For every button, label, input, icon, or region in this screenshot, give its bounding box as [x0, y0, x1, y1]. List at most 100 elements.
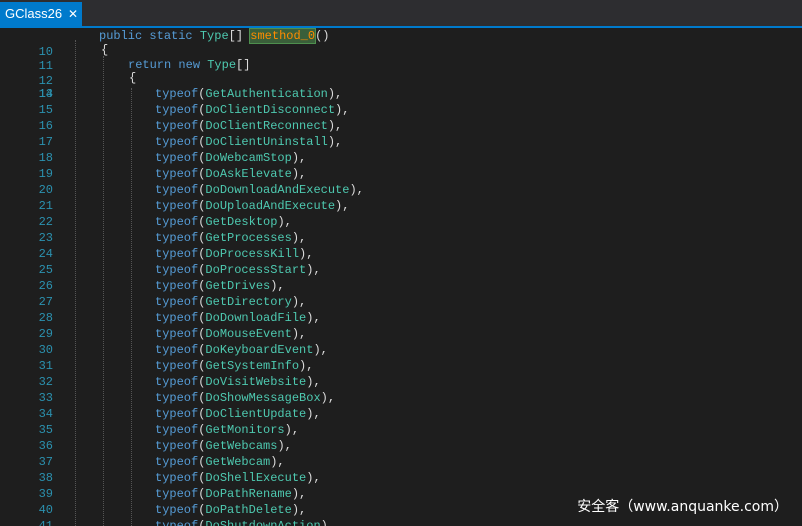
type-name[interactable]: DoKeyboardEvent	[205, 343, 313, 357]
code-line: 21 typeof(DoUploadAndExecute),	[0, 198, 802, 214]
type-name[interactable]: GetWebcams	[205, 439, 277, 453]
keyword-typeof: typeof	[155, 247, 199, 261]
type-name[interactable]: DoShellExecute	[205, 471, 306, 485]
type-name[interactable]: DoPathRename	[205, 487, 291, 501]
code-line: 28 typeof(DoDownloadFile),	[0, 310, 802, 326]
line-ending: ),	[335, 199, 350, 213]
typeof-entry: typeof(DoPathRename),	[155, 486, 306, 502]
code-line: 25 typeof(DoProcessStart),	[0, 262, 802, 278]
line-number: 21	[38, 199, 53, 213]
type-name[interactable]: DoShowMessageBox	[205, 391, 320, 405]
typeof-entry: typeof(GetDrives),	[155, 278, 285, 294]
typeof-entry: typeof(DoDownloadAndExecute),	[155, 182, 364, 198]
keyword-public: public	[99, 29, 143, 43]
typeof-entry: typeof(GetWebcam),	[155, 454, 285, 470]
line-ending: ),	[270, 455, 285, 469]
code-line: 37 typeof(GetWebcam),	[0, 454, 802, 470]
type-name[interactable]: DoClientUpdate	[205, 407, 306, 421]
type-name[interactable]: DoVisitWebsite	[205, 375, 306, 389]
line-number: 35	[38, 423, 53, 437]
typeof-entry: typeof(DoVisitWebsite),	[155, 374, 321, 390]
type-name[interactable]: DoDownloadAndExecute	[205, 183, 349, 197]
type-name[interactable]: GetDirectory	[205, 295, 291, 309]
watermark: 安全客（www.anquanke.com）	[577, 499, 788, 515]
line-ending: ),	[306, 471, 321, 485]
code-line: 38 typeof(DoShellExecute),	[0, 470, 802, 486]
code-line: 30 typeof(DoKeyboardEvent),	[0, 342, 802, 358]
line-ending: ),	[291, 487, 307, 501]
type-name[interactable]: GetDrives	[205, 279, 270, 293]
code-line: 20 typeof(DoDownloadAndExecute),	[0, 182, 802, 198]
code-line: 19 typeof(DoAskElevate),	[0, 166, 802, 182]
typeof-entry: typeof(DoUploadAndExecute),	[155, 198, 349, 214]
line-ending: ),	[299, 247, 314, 261]
typeof-entry: typeof(DoAskElevate),	[155, 166, 306, 182]
type-name[interactable]: DoProcessStart	[205, 263, 306, 277]
code-line: 18 typeof(DoWebcamStop),	[0, 150, 802, 166]
line-number: 24	[38, 247, 53, 261]
type-name[interactable]: GetDesktop	[205, 215, 277, 229]
typeof-entry: typeof(DoClientDisconnect),	[155, 102, 349, 118]
line-ending: ),	[291, 167, 307, 181]
keyword-typeof: typeof	[155, 135, 199, 149]
line-ending: ),	[327, 119, 343, 133]
type-name[interactable]: DoWebcamStop	[205, 151, 291, 165]
keyword-typeof: typeof	[155, 423, 199, 437]
type-name[interactable]: DoDownloadFile	[205, 311, 306, 325]
line-ending: ),	[291, 503, 307, 517]
line-number: 16	[38, 119, 53, 133]
keyword-typeof: typeof	[155, 103, 199, 117]
keyword-typeof: typeof	[155, 359, 199, 373]
typeof-entry: typeof(DoShellExecute),	[155, 470, 321, 486]
typeof-entry: typeof(DoProcessKill),	[155, 246, 313, 262]
keyword-typeof: typeof	[155, 87, 199, 101]
type-name[interactable]: GetMonitors	[205, 423, 284, 437]
line-number: 38	[38, 471, 53, 485]
type-name[interactable]: DoProcessKill	[205, 247, 299, 261]
line-ending: ),	[306, 311, 321, 325]
line-ending: ),	[291, 151, 307, 165]
line-ending: ),	[320, 391, 336, 405]
keyword-typeof: typeof	[155, 183, 199, 197]
line-number: 41	[38, 519, 53, 526]
line-ending: ),	[349, 183, 364, 197]
code-editor[interactable]: 10 public static Type[] smethod_0() 11 {…	[0, 28, 802, 526]
type-name: Type	[199, 29, 229, 43]
keyword-typeof: typeof	[155, 471, 199, 485]
method-name-highlight[interactable]: smethod_0	[249, 28, 317, 44]
open-brace: {	[129, 71, 137, 85]
code-line: 35 typeof(GetMonitors),	[0, 422, 802, 438]
tab-gclass26[interactable]: GClass26 ✕	[0, 2, 82, 26]
tab-bar: GClass26 ✕	[0, 0, 802, 28]
line-ending: ),	[291, 231, 307, 245]
type-name[interactable]: DoClientDisconnect	[205, 103, 335, 117]
typeof-entry: typeof(GetSystemInfo),	[155, 358, 313, 374]
type-name[interactable]: DoUploadAndExecute	[205, 199, 335, 213]
close-icon[interactable]: ✕	[68, 2, 78, 26]
typeof-entry: typeof(DoClientUpdate),	[155, 406, 321, 422]
line-number: 22	[38, 215, 53, 229]
code-line: 16 typeof(DoClientReconnect),	[0, 118, 802, 134]
line-ending: ),	[335, 103, 350, 117]
typeof-entry: typeof(GetDirectory),	[155, 294, 306, 310]
line-number: 14	[38, 87, 53, 101]
keyword-typeof: typeof	[155, 151, 199, 165]
keyword-typeof: typeof	[155, 487, 199, 501]
type-name[interactable]: DoMouseEvent	[205, 327, 291, 341]
code-line: 29 typeof(DoMouseEvent),	[0, 326, 802, 342]
type-name[interactable]: GetWebcam	[205, 455, 270, 469]
type-name[interactable]: DoShutdownAction	[205, 519, 320, 526]
type-name[interactable]: DoPathDelete	[205, 503, 291, 517]
type-name[interactable]: DoAskElevate	[205, 167, 291, 181]
typeof-entry: typeof(DoProcessStart),	[155, 262, 321, 278]
line-number: 17	[38, 135, 53, 149]
keyword-typeof: typeof	[155, 343, 199, 357]
line-ending: ),	[313, 343, 328, 357]
type-name[interactable]: GetProcesses	[205, 231, 291, 245]
type-name[interactable]: GetAuthentication	[205, 87, 327, 101]
type-name[interactable]: DoClientUninstall	[205, 135, 327, 149]
type-name[interactable]: GetSystemInfo	[205, 359, 299, 373]
line-number: 28	[38, 311, 53, 325]
code-line: 23 typeof(GetProcesses),	[0, 230, 802, 246]
type-name[interactable]: DoClientReconnect	[205, 119, 327, 133]
